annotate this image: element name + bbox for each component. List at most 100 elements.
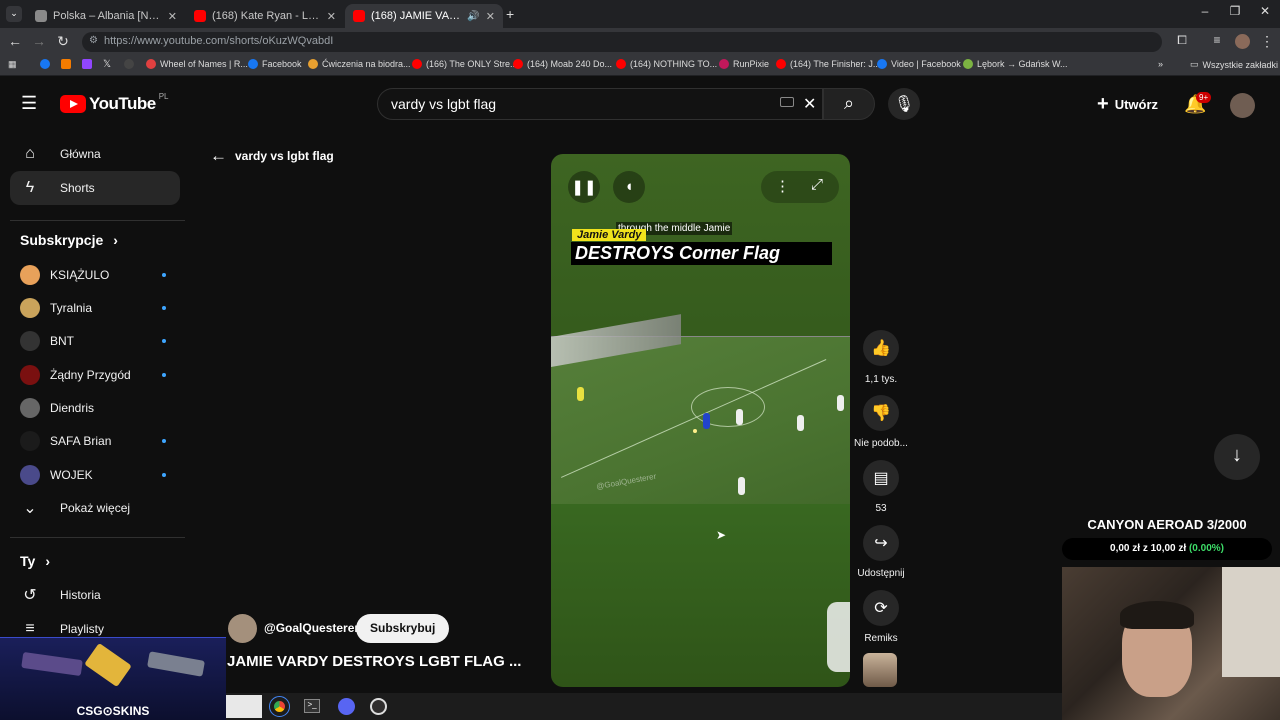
- browser-tab-2[interactable]: (168) Kate Ryan - Libertine - Yo... ✕: [186, 4, 344, 28]
- remix-icon[interactable]: ⟳: [863, 590, 899, 626]
- sidebar-item-subscription[interactable]: Diendris: [10, 391, 180, 425]
- taskbar-search-box[interactable]: [226, 695, 262, 718]
- chrome-taskbar-icon[interactable]: [269, 696, 290, 717]
- caption-name-tag: Jamie Vardy: [572, 229, 647, 241]
- address-bar[interactable]: ⚙ https://www.youtube.com/shorts/oKuzWQv…: [82, 32, 1162, 52]
- like-icon[interactable]: 👍: [863, 330, 899, 366]
- bookmark-item[interactable]: (164) The Finisher: J...: [776, 59, 880, 69]
- bookmark-item[interactable]: Facebook: [248, 59, 302, 69]
- stream-goal-bar: 0,00 zł z 10,00 zł (0.00%): [1062, 538, 1272, 560]
- sidebar-show-more[interactable]: ⌄ Pokaż więcej: [10, 491, 180, 525]
- tab-search-button[interactable]: ⌄: [6, 6, 22, 22]
- bookmark-facebook-icon[interactable]: [40, 59, 50, 69]
- volume-icon[interactable]: ◖: [613, 171, 645, 203]
- apps-grid-icon[interactable]: ▦: [8, 59, 17, 70]
- channel-name: WOJEK: [50, 468, 93, 482]
- obs-taskbar-icon[interactable]: [370, 698, 387, 715]
- close-icon[interactable]: ✕: [486, 10, 495, 23]
- channel-avatar[interactable]: [228, 614, 257, 643]
- close-icon[interactable]: ✕: [327, 10, 336, 23]
- site-info-icon[interactable]: ⚙: [89, 35, 98, 46]
- match-footage: @GoalQuesterer: [551, 314, 850, 504]
- keyboard-icon[interactable]: [780, 97, 794, 107]
- sidebar-item-subscription[interactable]: Tyralnia: [10, 291, 180, 325]
- media-controls-icon[interactable]: ≡: [1207, 33, 1227, 47]
- new-tab-button[interactable]: +: [506, 6, 514, 22]
- discord-taskbar-icon[interactable]: [338, 698, 355, 715]
- dislike-icon[interactable]: 👎: [863, 395, 899, 431]
- stream-goal-amount: 0,00 zł z 10,00 zł: [1110, 543, 1187, 554]
- bookmark-item[interactable]: RunPixie: [719, 59, 769, 69]
- bookmark-icon[interactable]: [124, 59, 134, 69]
- menu-kebab-icon[interactable]: ⋮: [1257, 33, 1277, 50]
- bookmark-item[interactable]: (164) NOTHING TO...: [616, 59, 717, 69]
- bookmark-item[interactable]: Video | Facebook: [877, 59, 961, 69]
- channel-avatar: [20, 365, 40, 385]
- terminal-taskbar-icon[interactable]: >_: [304, 699, 320, 713]
- close-window-icon[interactable]: ✕: [1250, 4, 1280, 18]
- channel-avatar: [20, 431, 40, 451]
- bookmark-item[interactable]: (166) The ONLY Stre...: [412, 59, 518, 69]
- bookmarks-overflow-icon[interactable]: »: [1158, 59, 1163, 69]
- browser-tab-active[interactable]: (168) JAMIE VARDY DESTRO... 🔊 ✕: [345, 4, 503, 28]
- voice-search-mic-icon[interactable]: 🎙: [888, 88, 920, 120]
- short-title[interactable]: JAMIE VARDY DESTROYS LGBT FLAG ...: [227, 653, 521, 670]
- back-to-search-link[interactable]: ← vardy vs lgbt flag: [210, 146, 334, 166]
- next-short-down-arrow-icon[interactable]: ↓: [1214, 434, 1260, 480]
- user-avatar[interactable]: [1230, 93, 1255, 118]
- sidebar-item-subscription[interactable]: WOJEK: [10, 458, 180, 492]
- subscriptions-heading[interactable]: Subskrypcje ›: [20, 232, 118, 248]
- close-icon[interactable]: ✕: [168, 10, 177, 23]
- hamburger-menu-icon[interactable]: ☰: [21, 93, 37, 114]
- forward-arrow-icon[interactable]: →: [29, 33, 49, 49]
- windows-taskbar: >_: [226, 693, 1062, 720]
- bookmark-item[interactable]: Wheel of Names | R...: [146, 59, 248, 69]
- speaker-icon[interactable]: 🔊: [467, 11, 479, 22]
- folder-icon: ▭: [1190, 59, 1199, 69]
- youtube-logo[interactable]: YouTube PL: [60, 92, 169, 114]
- all-bookmarks-button[interactable]: ▭ Wszystkie zakładki: [1190, 59, 1278, 70]
- remix-label: Remiks: [864, 633, 898, 644]
- channel-avatar: [20, 265, 40, 285]
- tab-title: (168) JAMIE VARDY DESTRO...: [371, 10, 461, 22]
- sidebar-item-subscription[interactable]: Żądny Przygód: [10, 358, 180, 392]
- sidebar-item-shorts[interactable]: ϟ Shorts: [10, 171, 180, 205]
- bookmark-twitch-icon[interactable]: [82, 59, 92, 69]
- fullscreen-icon[interactable]: ⤢: [811, 176, 823, 193]
- sidebar-item-home[interactable]: ⌂ Główna: [10, 137, 180, 171]
- sidebar-item-history[interactable]: ↺ Historia: [10, 578, 180, 612]
- share-icon[interactable]: ↪: [863, 525, 899, 561]
- bookmark-icon[interactable]: [61, 59, 71, 69]
- comments-icon[interactable]: ▤: [863, 460, 899, 496]
- channel-name: BNT: [50, 334, 74, 348]
- bookmark-item[interactable]: Ćwiczenia na biodra...: [308, 59, 411, 69]
- minimize-icon[interactable]: –: [1190, 4, 1220, 18]
- more-options-icon[interactable]: ⋮: [775, 177, 790, 195]
- stadium-stand: [551, 314, 681, 367]
- clear-search-icon[interactable]: ✕: [803, 94, 816, 114]
- extensions-icon[interactable]: ⧠: [1172, 33, 1192, 48]
- short-video-player[interactable]: ❚❚ ◖ ⋮ ⤢ through the middle Jamie Jamie …: [551, 154, 850, 687]
- search-input[interactable]: vardy vs lgbt flag ✕: [377, 88, 823, 120]
- subscribe-button[interactable]: Subskrybuj: [356, 614, 450, 643]
- bookmark-x-icon[interactable]: 𝕏: [103, 59, 111, 70]
- bookmark-item[interactable]: (164) Moab 240 Do...: [513, 59, 612, 69]
- bookmark-item[interactable]: Lębork → Gdańsk W...: [963, 59, 1068, 69]
- pause-icon[interactable]: ❚❚: [568, 171, 600, 203]
- sidebar-item-subscription[interactable]: KSIĄŻULO: [10, 258, 180, 292]
- back-arrow-icon[interactable]: ←: [5, 33, 25, 49]
- profile-avatar[interactable]: [1235, 34, 1250, 49]
- tab-favicon: [35, 10, 47, 22]
- reload-icon[interactable]: ↻: [53, 33, 73, 50]
- you-heading[interactable]: Ty ›: [20, 553, 50, 569]
- create-button[interactable]: + Utwórz: [1097, 93, 1158, 116]
- channel-handle[interactable]: @GoalQuesterer: [264, 621, 359, 635]
- csg-skins-banner: CSG⊙SKINS: [0, 637, 226, 720]
- sidebar-item-subscription[interactable]: BNT: [10, 324, 180, 358]
- sidebar-item-subscription[interactable]: SAFA Brian: [10, 424, 180, 458]
- search-button[interactable]: ⌕: [823, 88, 875, 120]
- channel-name: Tyralnia: [50, 301, 93, 315]
- browser-tab-1[interactable]: Polska – Albania [NA ŻYWO]. T... ✕: [27, 4, 185, 28]
- restore-icon[interactable]: ❐: [1220, 4, 1250, 18]
- audio-thumbnail[interactable]: [863, 653, 897, 687]
